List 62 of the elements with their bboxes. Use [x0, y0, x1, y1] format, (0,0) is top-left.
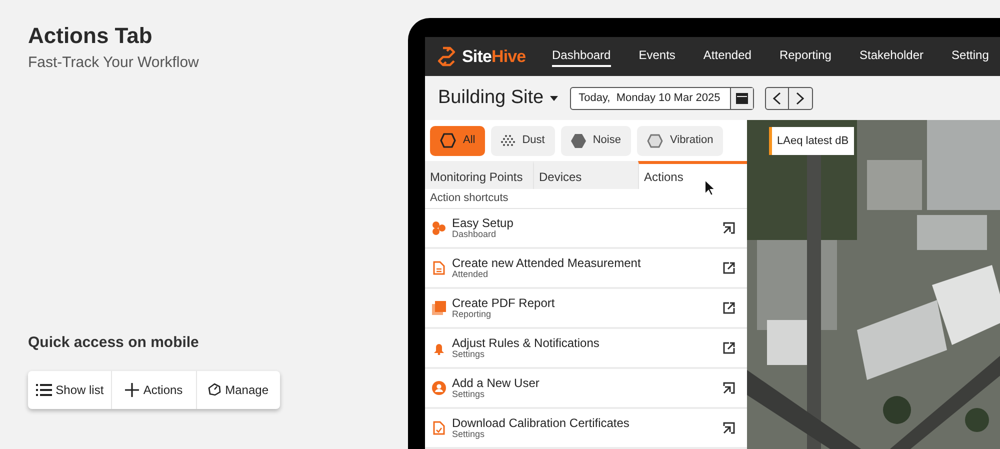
- action-category: Dashboard: [452, 230, 496, 239]
- calendar-icon: [736, 92, 748, 104]
- nav-link[interactable]: Events: [638, 46, 676, 67]
- action-category: Settings: [452, 350, 485, 359]
- caret-icon: [550, 96, 558, 100]
- filter-chip[interactable]: Noise: [560, 126, 631, 156]
- site-dropdown[interactable]: Building Site: [438, 84, 558, 112]
- calendar-button[interactable]: [730, 88, 753, 108]
- hexagon-icon: [440, 133, 456, 148]
- user-icon: [432, 381, 446, 395]
- quick-action-button[interactable]: Show list: [28, 370, 112, 408]
- nav-link[interactable]: Dashboard: [552, 46, 611, 67]
- enter-icon: [723, 222, 735, 234]
- filter-chip[interactable]: All: [430, 126, 486, 156]
- dots-hexagon-icon: [501, 134, 516, 148]
- certificate-icon: [432, 421, 444, 435]
- action-row[interactable]: Add a New User Settings: [425, 369, 747, 409]
- action-row[interactable]: Adjust Rules & Notifications Settings: [425, 329, 747, 369]
- tab[interactable]: Actions: [638, 161, 747, 190]
- action-title: Create PDF Report: [452, 297, 556, 309]
- list-icon: [36, 384, 52, 396]
- hexagon-outline-icon: [646, 134, 663, 148]
- action-title: Download Calibration Certificates: [452, 417, 630, 429]
- filter-chip[interactable]: Dust: [491, 126, 555, 156]
- action-title: Easy Setup: [452, 217, 514, 229]
- section-heading: Quick access on mobile: [28, 333, 200, 353]
- chevron-left-icon: [772, 92, 781, 104]
- date-field[interactable]: Today, Monday 10 Mar 2025: [570, 86, 754, 110]
- action-row[interactable]: Create PDF Report Reporting: [425, 289, 747, 329]
- action-category: Settings: [452, 430, 486, 439]
- cursor-icon: [704, 179, 716, 197]
- document-icon: [432, 261, 444, 275]
- external-link-icon: [723, 342, 735, 354]
- filter-chip[interactable]: Vibration: [636, 126, 724, 156]
- circles-icon: [432, 221, 446, 235]
- action-title: Add a New User: [452, 377, 540, 389]
- subheading: Fast-Track Your Workflow: [28, 52, 200, 72]
- external-link-icon: [723, 262, 735, 274]
- chevron-right-icon: [796, 92, 804, 104]
- action-category: Reporting: [452, 310, 492, 319]
- nav-link[interactable]: Stakeholder: [859, 46, 924, 67]
- map-label: LAeq latest dB: [769, 127, 854, 155]
- external-link-icon: [723, 302, 735, 314]
- quick-action-button[interactable]: Manage: [196, 370, 280, 408]
- quick-action-button[interactable]: Actions: [111, 370, 196, 408]
- action-title: Adjust Rules & Notifications: [452, 337, 600, 349]
- action-title: Create new Attended Measurement: [452, 257, 642, 269]
- enter-icon: [723, 382, 735, 394]
- nav-link[interactable]: Attended: [703, 46, 752, 67]
- enter-icon: [723, 422, 735, 434]
- nav-link[interactable]: Reporting: [779, 46, 832, 67]
- action-category: Attended: [452, 270, 490, 279]
- logo-text: SiteHive: [462, 46, 526, 68]
- bell-icon: [432, 342, 444, 354]
- action-row[interactable]: Easy Setup Dashboard: [425, 209, 747, 249]
- plus-icon: [125, 382, 140, 396]
- action-row[interactable]: Create new Attended Measurement Attended: [425, 249, 747, 289]
- nav-link[interactable]: Setting: [952, 46, 989, 67]
- action-category: Settings: [452, 390, 486, 399]
- heading: Actions Tab: [28, 22, 154, 50]
- pdf-icon: [432, 301, 446, 315]
- action-row[interactable]: Download Calibration Certificates Settings: [425, 409, 747, 449]
